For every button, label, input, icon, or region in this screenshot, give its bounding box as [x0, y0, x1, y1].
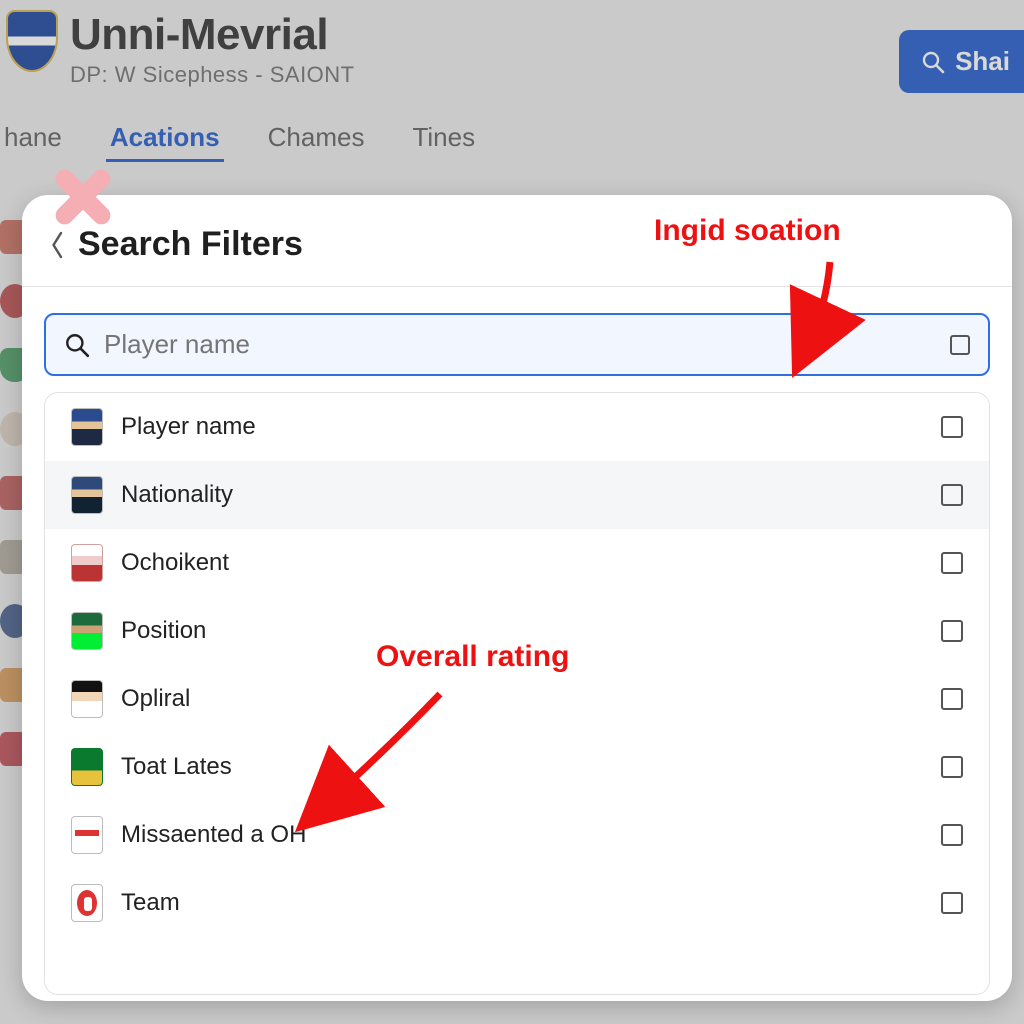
search-checkbox[interactable] [950, 335, 970, 355]
filter-label: Team [121, 889, 923, 917]
page-title: Unni-Mevrial [70, 10, 355, 60]
filter-checkbox[interactable] [941, 824, 963, 846]
search-field-row[interactable] [44, 313, 990, 376]
share-button[interactable]: Shai [899, 30, 1024, 93]
back-button[interactable] [48, 228, 68, 262]
filter-row-position[interactable]: Position [45, 597, 989, 665]
filter-label: Opliral [121, 685, 923, 713]
filter-checkbox[interactable] [941, 552, 963, 574]
trophy-icon [71, 748, 103, 786]
filter-label: Ochoikent [121, 549, 923, 577]
panel-title: Search Filters [78, 225, 303, 264]
avatar-icon [71, 408, 103, 446]
filter-list: Player name Nationality Ochoikent [45, 393, 989, 937]
filter-checkbox[interactable] [941, 620, 963, 642]
filter-row-ochoikent[interactable]: Ochoikent [45, 529, 989, 597]
avatar-icon [71, 544, 103, 582]
filter-label: Position [121, 617, 923, 645]
filter-checkbox[interactable] [941, 756, 963, 778]
filter-checkbox[interactable] [941, 892, 963, 914]
filter-checkbox[interactable] [941, 688, 963, 710]
avatar-icon [71, 612, 103, 650]
search-filters-panel: Search Filters Player name Nationali [22, 195, 1012, 1001]
tab-chames[interactable]: Chames [264, 122, 369, 162]
search-icon [921, 50, 945, 74]
filter-label: Toat Lates [121, 753, 923, 781]
team-icon [71, 884, 103, 922]
chevron-left-icon [49, 230, 67, 260]
filter-checkbox[interactable] [941, 484, 963, 506]
avatar-icon [71, 476, 103, 514]
filter-label: Nationality [121, 481, 923, 509]
filter-row-player-name[interactable]: Player name [45, 393, 989, 461]
filter-row-missaented[interactable]: Missaented a OH [45, 801, 989, 869]
avatar-icon [71, 680, 103, 718]
filter-label: Player name [121, 413, 923, 441]
tab-bar: hane Acations Chames Tines [0, 88, 1024, 162]
search-icon [64, 332, 90, 358]
page-subtitle: DP: W Sicephess - SAIONT [70, 62, 355, 88]
share-button-label: Shai [955, 46, 1010, 77]
filter-row-nationality[interactable]: Nationality [45, 461, 989, 529]
filter-row-opliral[interactable]: Opliral [45, 665, 989, 733]
tab-tines[interactable]: Tines [408, 122, 479, 162]
flag-icon [71, 816, 103, 854]
filter-row-team[interactable]: Team [45, 869, 989, 937]
tab-acations[interactable]: Acations [106, 122, 224, 162]
player-name-input[interactable] [104, 329, 936, 360]
filter-checkbox[interactable] [941, 416, 963, 438]
filter-row-toat-lates[interactable]: Toat Lates [45, 733, 989, 801]
filter-label: Missaented a OH [121, 821, 923, 849]
tab-hane[interactable]: hane [0, 122, 66, 162]
